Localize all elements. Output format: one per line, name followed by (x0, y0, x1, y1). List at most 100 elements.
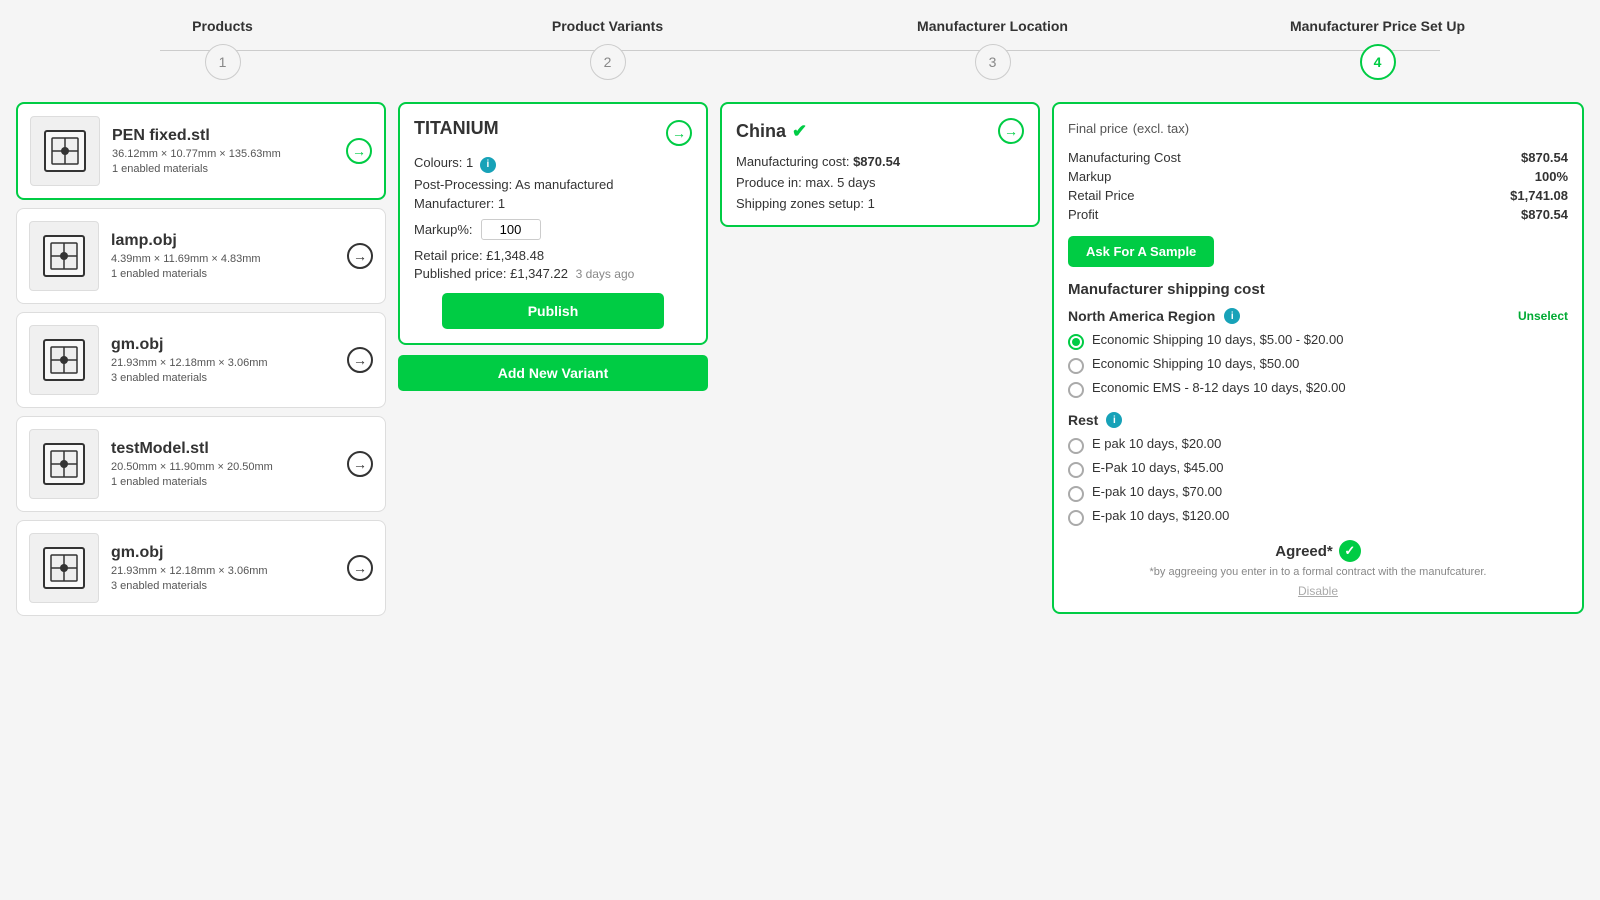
colours-info-icon[interactable]: i (480, 157, 496, 173)
step-3[interactable]: Manufacturer Location 3 (800, 18, 1185, 80)
rest-section: Rest i E pak 10 days, $20.00 E-Pak 10 da… (1068, 412, 1568, 526)
step-1[interactable]: Products 1 (30, 18, 415, 80)
manufacturing-cost-value: $870.54 (853, 154, 900, 169)
location-arrow[interactable]: → (998, 118, 1024, 144)
product-item-4[interactable]: gm.obj 21.93mm × 12.18mm × 3.06mm 3 enab… (16, 520, 386, 616)
rest-option-1-label: E-Pak 10 days, $45.00 (1092, 460, 1224, 475)
publish-button[interactable]: Publish (442, 293, 664, 329)
product-name-1: lamp.obj (111, 232, 345, 250)
location-country: China (736, 121, 786, 142)
disable-link[interactable]: Disable (1068, 584, 1568, 598)
agreed-row: Agreed* ✓ (1068, 540, 1568, 562)
product-name-3: testModel.stl (111, 440, 345, 458)
location-column: China ✔ → Manufacturing cost: $870.54 Pr… (720, 102, 1040, 227)
unselect-link[interactable]: Unselect (1518, 309, 1568, 323)
price-setup-column: Final price (excl. tax) Manufacturing Co… (1052, 102, 1584, 614)
agreed-check-icon: ✓ (1339, 540, 1361, 562)
product-icon-2 (29, 325, 99, 395)
rest-radio-1[interactable] (1068, 462, 1084, 478)
markup-input[interactable] (481, 219, 541, 240)
product-name-4: gm.obj (111, 544, 345, 562)
product-icon-3 (29, 429, 99, 499)
price-table: Manufacturing Cost $870.54 Markup 100% R… (1068, 148, 1568, 224)
location-shipping-zones: Shipping zones setup: 1 (736, 196, 1024, 211)
retail-price-row: Retail price: £1,348.48 (414, 248, 692, 263)
published-price-value: Published price: £1,347.22 (414, 266, 568, 281)
variant-arrow[interactable]: → (666, 120, 692, 146)
product-arrow-0[interactable]: → (346, 138, 372, 164)
price-row-3: Profit $870.54 (1068, 205, 1568, 224)
product-info-3: testModel.stl 20.50mm × 11.90mm × 20.50m… (111, 440, 345, 488)
rest-radio-0[interactable] (1068, 438, 1084, 454)
rest-radio-2[interactable] (1068, 486, 1084, 502)
price-row-2-label: Retail Price (1068, 186, 1398, 205)
north-america-info-icon[interactable]: i (1224, 308, 1240, 324)
step-4[interactable]: Manufacturer Price Set Up 4 (1185, 18, 1570, 80)
product-icon-4 (29, 533, 99, 603)
rest-info-icon[interactable]: i (1106, 412, 1122, 428)
product-item-0[interactable]: PEN fixed.stl 36.12mm × 10.77mm × 135.63… (16, 102, 386, 200)
add-variant-button[interactable]: Add New Variant (398, 355, 708, 391)
step-4-circle[interactable]: 4 (1360, 44, 1396, 80)
product-arrow-circle-1[interactable]: → (347, 243, 373, 269)
product-arrow-3[interactable]: → (347, 451, 373, 477)
price-row-0-value: $870.54 (1398, 148, 1568, 167)
step-3-title: Manufacturer Location (917, 18, 1068, 34)
step-2-circle[interactable]: 2 (590, 44, 626, 80)
product-arrow-circle-4[interactable]: → (347, 555, 373, 581)
product-arrow-1[interactable]: → (347, 243, 373, 269)
stepper: Products 1 Product Variants 2 Manufactur… (0, 0, 1600, 90)
rest-option-3[interactable]: E-pak 10 days, $120.00 (1068, 508, 1568, 526)
markup-label: Markup%: (414, 222, 473, 237)
na-radio-2[interactable] (1068, 382, 1084, 398)
rest-option-2[interactable]: E-pak 10 days, $70.00 (1068, 484, 1568, 502)
product-arrow-4[interactable]: → (347, 555, 373, 581)
rest-option-1[interactable]: E-Pak 10 days, $45.00 (1068, 460, 1568, 478)
price-row-0: Manufacturing Cost $870.54 (1068, 148, 1568, 167)
product-arrow-circle-2[interactable]: → (347, 347, 373, 373)
product-info-0: PEN fixed.stl 36.12mm × 10.77mm × 135.63… (112, 127, 344, 175)
product-dims-1: 4.39mm × 11.69mm × 4.83mm (111, 253, 345, 265)
product-info-4: gm.obj 21.93mm × 12.18mm × 3.06mm 3 enab… (111, 544, 345, 592)
price-row-1: Markup 100% (1068, 167, 1568, 186)
north-america-label: North America Region (1068, 308, 1215, 324)
na-radio-0[interactable] (1068, 334, 1084, 350)
product-icon-1 (29, 221, 99, 291)
na-radio-1[interactable] (1068, 358, 1084, 374)
agreed-note: *by aggreeing you enter in to a formal c… (1068, 566, 1568, 578)
product-item-1[interactable]: lamp.obj 4.39mm × 11.69mm × 4.83mm 1 ena… (16, 208, 386, 304)
final-price-main-title: Final price (1068, 121, 1128, 136)
price-setup-card: Final price (excl. tax) Manufacturing Co… (1052, 102, 1584, 614)
variant-colours-row: Colours: 1 i (414, 155, 692, 173)
na-shipping-option-1[interactable]: Economic Shipping 10 days, $50.00 (1068, 356, 1568, 374)
na-radio-inner-0 (1072, 338, 1080, 346)
published-price-row: Published price: £1,347.22 3 days ago (414, 266, 692, 281)
rest-option-0-label: E pak 10 days, $20.00 (1092, 436, 1221, 451)
na-shipping-option-2[interactable]: Economic EMS - 8-12 days 10 days, $20.00 (1068, 380, 1568, 398)
na-shipping-option-0[interactable]: Economic Shipping 10 days, $5.00 - $20.0… (1068, 332, 1568, 350)
rest-radio-3[interactable] (1068, 510, 1084, 526)
variant-colours-value: 1 (466, 155, 473, 170)
step-1-circle[interactable]: 1 (205, 44, 241, 80)
shipping-zones-label: Shipping zones setup: (736, 196, 864, 211)
markup-row: Markup%: (414, 219, 692, 240)
rest-option-0[interactable]: E pak 10 days, $20.00 (1068, 436, 1568, 454)
rest-title: Rest i (1068, 412, 1568, 428)
price-row-1-label: Markup (1068, 167, 1398, 186)
product-arrow-circle-3[interactable]: → (347, 451, 373, 477)
step-3-circle[interactable]: 3 (975, 44, 1011, 80)
product-materials-1: 1 enabled materials (111, 268, 345, 280)
na-option-1-label: Economic Shipping 10 days, $50.00 (1092, 356, 1299, 371)
step-2[interactable]: Product Variants 2 (415, 18, 800, 80)
location-name: China ✔ (736, 121, 807, 142)
product-item-3[interactable]: testModel.stl 20.50mm × 11.90mm × 20.50m… (16, 416, 386, 512)
main-content: PEN fixed.stl 36.12mm × 10.77mm × 135.63… (0, 90, 1600, 628)
na-option-2-label: Economic EMS - 8-12 days 10 days, $20.00 (1092, 380, 1346, 395)
product-arrow-2[interactable]: → (347, 347, 373, 373)
product-arrow-circle-0[interactable]: → (346, 138, 372, 164)
product-item-2[interactable]: gm.obj 21.93mm × 12.18mm × 3.06mm 3 enab… (16, 312, 386, 408)
price-row-2-value: $1,741.08 (1398, 186, 1568, 205)
sample-button[interactable]: Ask For A Sample (1068, 236, 1214, 267)
price-row-3-value: $870.54 (1398, 205, 1568, 224)
variant-name: TITANIUM (414, 118, 499, 139)
